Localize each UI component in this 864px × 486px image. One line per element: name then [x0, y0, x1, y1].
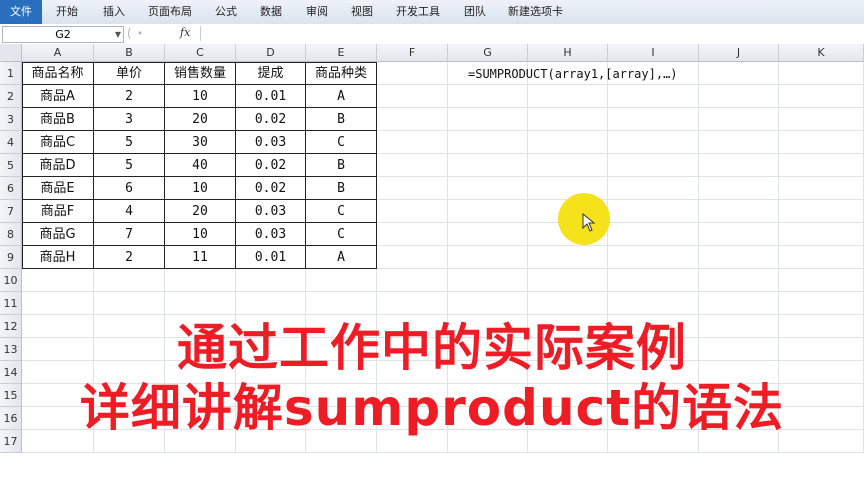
data-cell[interactable]: 0.01 [236, 85, 306, 108]
column-header-a[interactable]: A [22, 44, 94, 62]
row-header-1[interactable]: 1 [0, 62, 22, 85]
header-cell[interactable]: 单价 [94, 62, 165, 85]
data-cell[interactable]: 7 [94, 223, 165, 246]
data-cell[interactable]: A [306, 246, 377, 269]
tab-developer[interactable]: 开发工具 [396, 0, 440, 24]
data-cell[interactable]: 10 [165, 177, 236, 200]
row-header-3[interactable]: 3 [0, 108, 22, 131]
header-cell[interactable]: 商品名称 [22, 62, 94, 85]
data-cell[interactable]: 40 [165, 154, 236, 177]
data-cell[interactable]: 2 [94, 85, 165, 108]
name-box[interactable]: G2 ▼ [2, 26, 124, 43]
ribbon-tab-bar: 文件 开始 插入 页面布局 公式 数据 审阅 视图 开发工具 团队 新建选项卡 [0, 0, 864, 25]
column-header-g[interactable]: G [448, 44, 528, 62]
column-header-b[interactable]: B [94, 44, 165, 62]
tab-formulas[interactable]: 公式 [215, 0, 237, 24]
row-header-6[interactable]: 6 [0, 177, 22, 200]
tab-new-tab[interactable]: 新建选项卡 [508, 0, 563, 24]
gridline-row [22, 291, 864, 292]
column-header-j[interactable]: J [699, 44, 779, 62]
row-header-10[interactable]: 10 [0, 269, 22, 292]
cursor-highlight [558, 193, 610, 245]
column-header-c[interactable]: C [165, 44, 236, 62]
row-header-9[interactable]: 9 [0, 246, 22, 269]
data-cell[interactable]: 商品G [22, 223, 94, 246]
data-cell[interactable]: 4 [94, 200, 165, 223]
cell-g1-text[interactable]: =SUMPRODUCT(array1,[array],…) [468, 67, 678, 81]
column-header-k[interactable]: K [779, 44, 864, 62]
tab-file[interactable]: 文件 [0, 0, 42, 24]
chevron-down-icon[interactable]: ▼ [115, 27, 121, 42]
data-cell[interactable]: 商品B [22, 108, 94, 131]
data-cell[interactable]: 5 [94, 154, 165, 177]
data-cell[interactable]: 20 [165, 200, 236, 223]
column-header-f[interactable]: F [377, 44, 448, 62]
data-cell[interactable]: 30 [165, 131, 236, 154]
header-cell[interactable]: 提成 [236, 62, 306, 85]
data-cell[interactable]: 10 [165, 85, 236, 108]
tab-review[interactable]: 审阅 [306, 0, 328, 24]
name-box-value: G2 [55, 28, 71, 41]
data-cell[interactable]: B [306, 177, 377, 200]
data-cell[interactable]: 5 [94, 131, 165, 154]
header-cell[interactable]: 销售数量 [165, 62, 236, 85]
tab-page-layout[interactable]: 页面布局 [148, 0, 192, 24]
header-cell[interactable]: 商品种类 [306, 62, 377, 85]
column-header-d[interactable]: D [236, 44, 306, 62]
data-cell[interactable]: 11 [165, 246, 236, 269]
caption-line-2: 详细讲解sumproduct的语法 [79, 379, 785, 437]
data-cell[interactable]: 0.02 [236, 154, 306, 177]
data-cell[interactable]: 0.03 [236, 131, 306, 154]
tab-insert[interactable]: 插入 [103, 0, 125, 24]
data-cell[interactable]: 0.03 [236, 200, 306, 223]
insert-function-button[interactable]: fx [180, 26, 190, 39]
data-cell[interactable]: 0.02 [236, 108, 306, 131]
data-cell[interactable]: A [306, 85, 377, 108]
tab-team[interactable]: 团队 [464, 0, 486, 24]
data-cell[interactable]: 0.01 [236, 246, 306, 269]
mouse-pointer-icon [582, 213, 596, 232]
data-cell[interactable]: 商品H [22, 246, 94, 269]
data-cell[interactable]: 2 [94, 246, 165, 269]
data-cell[interactable]: 20 [165, 108, 236, 131]
data-cell[interactable]: B [306, 154, 377, 177]
row-header-8[interactable]: 8 [0, 223, 22, 246]
data-cell[interactable]: 3 [94, 108, 165, 131]
data-cell[interactable]: 6 [94, 177, 165, 200]
data-cell[interactable]: B [306, 108, 377, 131]
data-cell[interactable]: C [306, 131, 377, 154]
column-header-e[interactable]: E [306, 44, 377, 62]
data-cell[interactable]: C [306, 200, 377, 223]
data-cell[interactable]: 商品E [22, 177, 94, 200]
data-cell[interactable]: C [306, 223, 377, 246]
data-cell[interactable]: 0.02 [236, 177, 306, 200]
data-cell[interactable]: 0.03 [236, 223, 306, 246]
formula-cancel-confirm-icon [128, 27, 142, 40]
formula-input[interactable] [200, 26, 861, 41]
data-cell[interactable]: 商品F [22, 200, 94, 223]
column-header-i[interactable]: I [608, 44, 699, 62]
column-header-h[interactable]: H [528, 44, 608, 62]
formula-bar: G2 ▼ fx [0, 24, 864, 45]
data-cell[interactable]: 10 [165, 223, 236, 246]
tab-data[interactable]: 数据 [260, 0, 282, 24]
select-all-corner[interactable] [0, 44, 22, 62]
tab-view[interactable]: 视图 [351, 0, 373, 24]
row-header-4[interactable]: 4 [0, 131, 22, 154]
row-header-7[interactable]: 7 [0, 200, 22, 223]
row-header-5[interactable]: 5 [0, 154, 22, 177]
gridline-row [22, 452, 864, 453]
formula-buttons [126, 26, 172, 41]
data-cell[interactable]: 商品A [22, 85, 94, 108]
data-cell[interactable]: 商品C [22, 131, 94, 154]
row-header-2[interactable]: 2 [0, 85, 22, 108]
tab-home[interactable]: 开始 [56, 0, 78, 24]
data-cell[interactable]: 商品D [22, 154, 94, 177]
